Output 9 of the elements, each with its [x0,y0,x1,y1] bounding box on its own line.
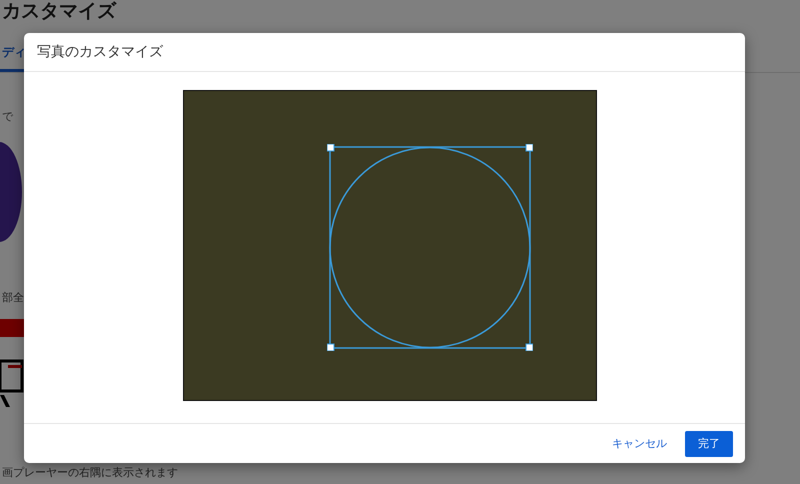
page-text: 部全 [1,290,24,305]
page-title: カスタマイズ [1,0,116,22]
cancel-button[interactable]: キャンセル [606,430,673,456]
page-text: 画プレーヤーの右隅に表示されます [1,465,178,480]
banner-preview [0,319,24,337]
crop-frame[interactable] [326,144,532,351]
page-text: で [1,109,13,124]
dialog-title: 写真のカスタマイズ [37,43,163,61]
done-button[interactable]: 完了 [685,430,733,456]
